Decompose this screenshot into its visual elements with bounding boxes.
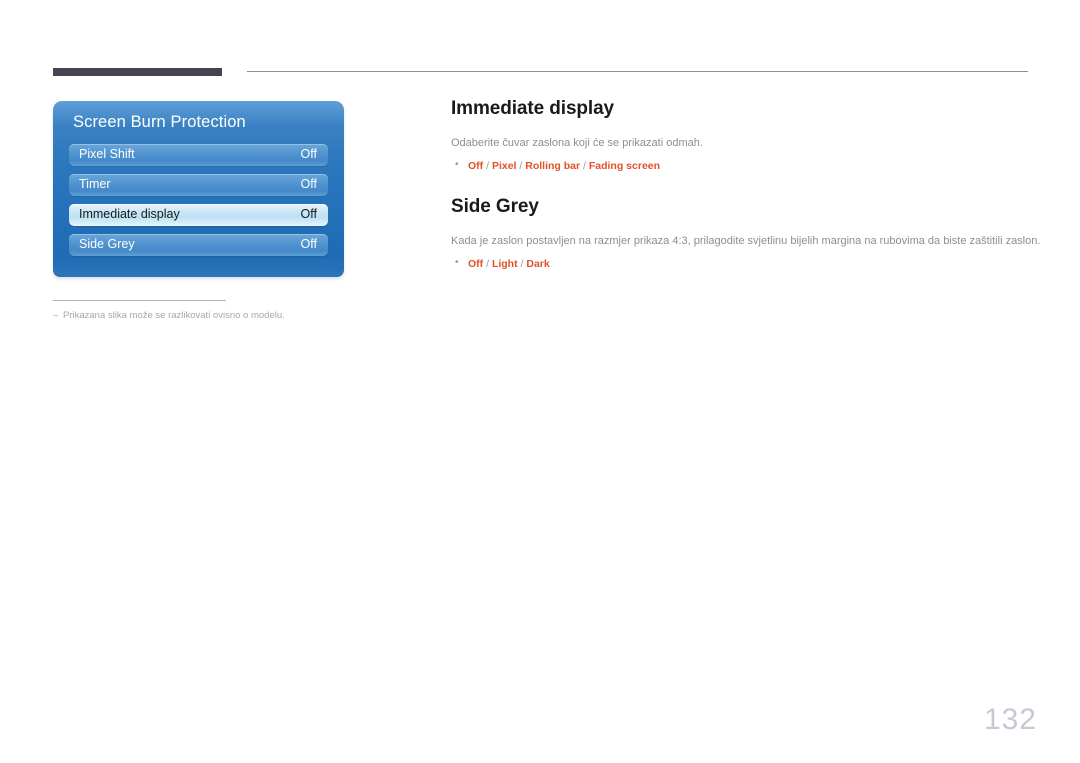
option-value: Fading screen — [588, 159, 661, 172]
section-description: Kada je zaslon postavljen na razmjer pri… — [451, 235, 1041, 248]
section-title: Immediate display — [451, 98, 615, 119]
section-description: Odaberite čuvar zaslona koji će se prika… — [451, 136, 703, 149]
option-separator: / — [486, 159, 490, 172]
option-value: Light — [491, 258, 518, 271]
osd-item-label: Pixel Shift — [79, 147, 135, 161]
footnote-divider — [53, 300, 226, 301]
option-value: Off — [468, 258, 484, 271]
osd-menu-list: Pixel Shift Off Timer Off Immediate disp… — [69, 144, 328, 256]
osd-item-label: Timer — [79, 177, 111, 191]
option-value: Off — [468, 159, 484, 172]
option-separator: / — [486, 258, 490, 271]
option-value: Pixel — [491, 159, 517, 172]
osd-item-label: Immediate display — [79, 207, 180, 221]
section-side-grey: Side Grey Kada je zaslon postavljen na r… — [451, 196, 1041, 272]
footnote-text: Prikazana slika može se razlikovati ovis… — [63, 310, 285, 321]
section-immediate-display: Immediate display Odaberite čuvar zaslon… — [451, 98, 1011, 174]
osd-item-value: Off — [300, 177, 317, 191]
list-item: Off / Light / Dark — [451, 256, 1011, 272]
osd-menu-panel: Screen Burn Protection Pixel Shift Off T… — [53, 101, 344, 277]
content-column: Immediate display Odaberite čuvar zaslon… — [451, 98, 1041, 272]
option-separator: / — [520, 258, 524, 271]
page-number: 132 — [983, 703, 1037, 736]
option-separator: / — [583, 159, 586, 172]
osd-item-value: Off — [300, 147, 317, 161]
osd-menu-item-timer[interactable]: Timer Off — [69, 174, 328, 196]
option-value: Rolling bar — [525, 159, 581, 172]
osd-item-label: Side Grey — [79, 237, 135, 251]
osd-panel-title: Screen Burn Protection — [73, 113, 246, 131]
section-title: Side Grey — [451, 196, 539, 218]
header-divider-line — [247, 71, 1028, 72]
footnote: – Prikazana slika može se razlikovati ovi… — [53, 310, 383, 321]
osd-menu-item-side-grey[interactable]: Side Grey Off — [69, 234, 328, 256]
option-separator: / — [519, 159, 523, 172]
option-value: Dark — [526, 258, 550, 271]
osd-menu-item-pixel-shift[interactable]: Pixel Shift Off — [69, 144, 328, 166]
osd-menu-item-immediate-display[interactable]: Immediate display Off — [69, 204, 328, 226]
list-item: Off / Pixel / Rolling bar / Fading scree… — [451, 158, 1011, 174]
section-options-list: Off / Pixel / Rolling bar / Fading scree… — [451, 158, 1011, 174]
header-accent-bar — [53, 68, 222, 76]
footnote-marker: – — [53, 310, 59, 321]
section-options-list: Off / Light / Dark — [451, 256, 1011, 272]
osd-item-value: Off — [300, 207, 317, 221]
osd-item-value: Off — [300, 237, 317, 251]
